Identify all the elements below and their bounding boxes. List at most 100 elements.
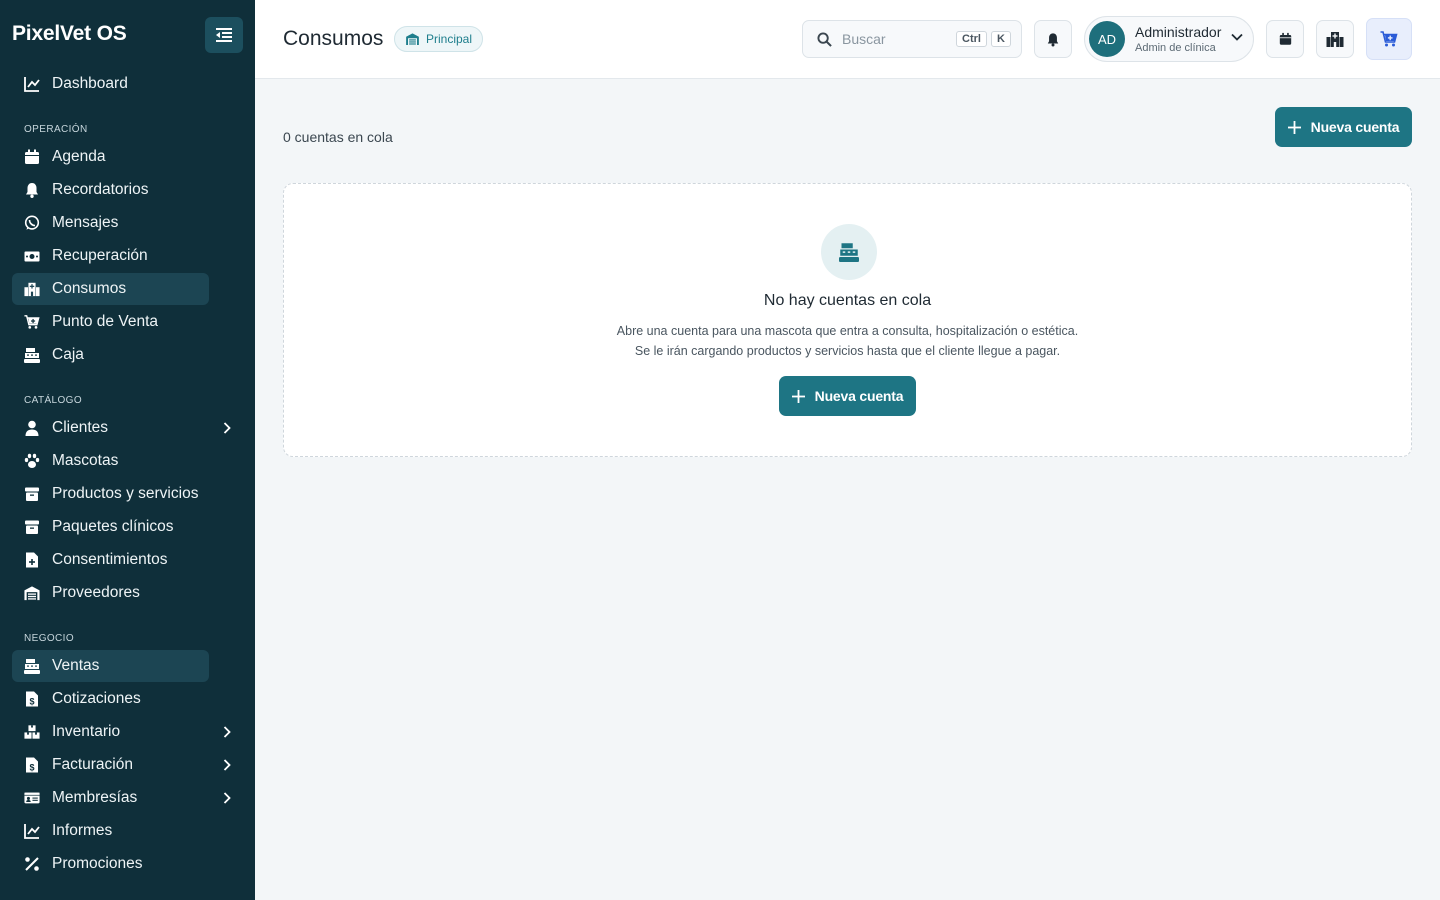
empty-state-description: Abre una cuenta para una mascota que ent…	[616, 324, 1079, 338]
user-menu[interactable]: AD Administrador Admin de clínica	[1084, 16, 1254, 62]
sidebar-item-proveedores[interactable]: Proveedores	[12, 577, 209, 609]
paw-icon	[24, 453, 40, 469]
calendar-icon	[24, 149, 40, 165]
sidebar-item-label: Recuperación	[52, 247, 148, 264]
branch-badge[interactable]: Principal	[394, 26, 484, 52]
sidebar-item-inventario[interactable]: Inventario	[12, 716, 231, 748]
whatsapp-icon	[24, 215, 40, 231]
hospital-button[interactable]	[1316, 20, 1354, 58]
sidebar-item-label: Mascotas	[52, 452, 119, 469]
calendar-icon	[1279, 32, 1291, 45]
chart-line-icon	[24, 76, 40, 92]
box-icon	[24, 486, 40, 502]
pos-cart-button[interactable]	[1366, 18, 1412, 60]
queue-count: 0 cuentas en cola	[283, 129, 393, 145]
page-title: Consumos	[283, 27, 384, 50]
hospital-icon	[1326, 32, 1344, 47]
sidebar-item-punto-venta[interactable]: Punto de Venta	[12, 306, 209, 338]
sidebar-item-label: Paquetes clínicos	[52, 518, 174, 535]
search-box[interactable]: Ctrl K	[802, 20, 1022, 58]
section-label-negocio: NEGOCIO	[24, 633, 75, 644]
empty-new-account-button[interactable]: Nueva cuenta	[779, 376, 916, 416]
empty-state-title: No hay cuentas en cola	[763, 292, 932, 309]
sidebar-item-label: Consumos	[52, 280, 127, 297]
collapse-menu-icon	[216, 28, 232, 42]
sidebar-item-label: Dashboard	[52, 75, 128, 92]
sidebar-item-cotizaciones[interactable]: $ Cotizaciones	[12, 683, 209, 715]
sidebar-item-dashboard[interactable]: Dashboard	[12, 68, 209, 100]
sidebar-item-mascotas[interactable]: Mascotas	[12, 445, 209, 477]
sidebar-item-label: Agenda	[52, 148, 106, 165]
sidebar-item-label: Promociones	[52, 855, 143, 872]
sidebar-item-label: Membresías	[52, 789, 138, 806]
sidebar-item-ventas[interactable]: Ventas	[12, 650, 209, 682]
cart-plus-icon	[1380, 31, 1398, 47]
user-role: Admin de clínica	[1135, 42, 1216, 54]
notifications-button[interactable]	[1034, 20, 1072, 58]
cart-plus-icon	[24, 314, 40, 330]
sidebar-item-label: Productos y servicios	[52, 485, 199, 502]
top-header: Consumos Principal Ctrl K AD Administrad…	[255, 0, 1440, 79]
chevron-right-icon	[220, 790, 234, 806]
bell-icon	[1047, 32, 1059, 46]
user-name: Administrador	[1135, 24, 1222, 40]
sidebar-item-label: Informes	[52, 822, 113, 839]
svg-text:$: $	[29, 697, 34, 707]
plus-icon	[1287, 120, 1301, 134]
sidebar: PixelVet OS Dashboard OPERACIÓN Agenda R…	[0, 0, 255, 900]
sidebar-item-label: Ventas	[52, 657, 100, 674]
section-label-catalogo: CATÁLOGO	[24, 395, 83, 406]
sidebar-item-mensajes[interactable]: Mensajes	[12, 207, 209, 239]
file-invoice-dollar-icon: $	[24, 691, 40, 707]
cash-register-icon	[24, 347, 40, 363]
sidebar-item-caja[interactable]: Caja	[12, 339, 209, 371]
kbd-ctrl: Ctrl	[956, 31, 987, 47]
sidebar-item-recordatorios[interactable]: Recordatorios	[12, 174, 209, 206]
sidebar-item-consentimientos[interactable]: Consentimientos	[12, 544, 209, 576]
sidebar-item-recuperacion[interactable]: Recuperación	[12, 240, 209, 272]
sidebar-item-label: Caja	[52, 346, 84, 363]
calendar-button[interactable]	[1266, 20, 1304, 58]
sidebar-item-label: Facturación	[52, 756, 133, 773]
branch-label: Principal	[426, 32, 473, 46]
sidebar-item-membresias[interactable]: Membresías	[12, 782, 231, 814]
avatar: AD	[1089, 21, 1125, 57]
sidebar-item-label: Consentimientos	[52, 551, 168, 568]
empty-state-description: Se le irán cargando productos y servicio…	[634, 344, 1061, 358]
sidebar-item-agenda[interactable]: Agenda	[12, 141, 209, 173]
sidebar-item-paquetes[interactable]: Paquetes clínicos	[12, 511, 209, 543]
sidebar-item-label: Punto de Venta	[52, 313, 159, 330]
cash-register-icon	[24, 658, 40, 674]
sidebar-item-label: Mensajes	[52, 214, 119, 231]
svg-text:$: $	[29, 763, 34, 773]
new-account-label: Nueva cuenta	[1310, 119, 1400, 135]
section-label-operacion: OPERACIÓN	[24, 124, 88, 135]
percent-icon	[24, 856, 40, 872]
sidebar-item-label: Inventario	[52, 723, 121, 740]
chevron-right-icon	[220, 420, 234, 436]
warehouse-icon	[405, 33, 420, 45]
new-account-button[interactable]: Nueva cuenta	[1275, 107, 1412, 147]
file-medical-icon	[24, 552, 40, 568]
sidebar-item-consumos[interactable]: Consumos	[12, 273, 209, 305]
money-bill-icon	[24, 248, 40, 264]
sidebar-item-productos[interactable]: Productos y servicios	[12, 478, 209, 510]
sidebar-item-label: Clientes	[52, 419, 108, 436]
sidebar-item-label: Proveedores	[52, 584, 140, 601]
empty-state-card: No hay cuentas en cola Abre una cuenta p…	[283, 183, 1412, 457]
id-card-icon	[24, 790, 40, 806]
sidebar-item-clientes[interactable]: Clientes	[12, 412, 231, 444]
sidebar-item-label: Recordatorios	[52, 181, 149, 198]
collapse-sidebar-button[interactable]	[205, 17, 243, 53]
sidebar-item-facturacion[interactable]: $ Facturación	[12, 749, 231, 781]
search-input[interactable]	[842, 31, 952, 47]
warehouse-icon	[24, 585, 40, 601]
sidebar-item-promociones[interactable]: Promociones	[12, 848, 209, 880]
boxes-icon	[24, 724, 40, 740]
file-invoice-dollar-icon: $	[24, 757, 40, 773]
plus-icon	[791, 389, 805, 403]
sidebar-item-informes[interactable]: Informes	[12, 815, 209, 847]
chevron-right-icon	[220, 757, 234, 773]
hospital-icon	[24, 281, 40, 297]
kbd-k: K	[990, 31, 1011, 47]
